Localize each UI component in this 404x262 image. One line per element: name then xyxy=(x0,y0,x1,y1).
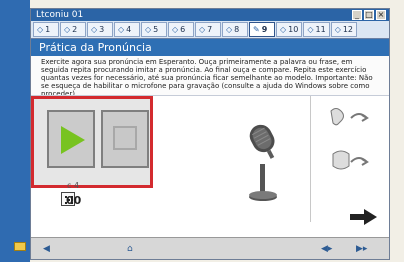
stop-icon xyxy=(113,126,137,150)
tab-label: 10 xyxy=(288,25,299,34)
tab-label: 5 xyxy=(153,25,159,34)
left-frame xyxy=(0,0,30,262)
recording-panel xyxy=(310,96,380,222)
tab-11[interactable]: ◇ 11 xyxy=(303,22,330,37)
tab-5[interactable]: ◇ 5 xyxy=(141,22,167,37)
section-title: Prática da Pronúncia xyxy=(31,39,389,56)
tab-1[interactable]: ◇ 1 xyxy=(33,22,59,37)
stop-button[interactable] xyxy=(101,110,149,168)
exercise-icon: ◇ xyxy=(226,25,233,34)
titlebar: Ltconiu 01 _ □ × xyxy=(31,9,389,21)
counter-small: c 4 xyxy=(67,181,80,190)
tab-8[interactable]: ◇ 8 xyxy=(222,22,248,37)
maximize-button[interactable]: □ xyxy=(364,10,374,20)
tab-label: 3 xyxy=(99,25,105,34)
tab-label: 1 xyxy=(45,25,51,34)
exercise-icon: ◇ xyxy=(64,25,71,34)
folder-icon xyxy=(14,242,26,251)
app-window: Ltconiu 01 _ □ × ◇ 1 ◇ 2 ◇ 3 ◇ 4 ◇ 5 ◇ 6 ◇ 7 ◇ 8… xyxy=(30,8,390,260)
exercise-icon: ◇ xyxy=(118,25,125,34)
close-button[interactable]: × xyxy=(376,10,386,20)
exercise-icon: ◇ xyxy=(334,25,341,34)
tab-label: 7 xyxy=(207,25,213,34)
tab-2[interactable]: ◇ 2 xyxy=(60,22,86,37)
tab-label: 9 xyxy=(261,25,268,34)
exercise-icon: ◇ xyxy=(280,25,287,34)
play-button[interactable] xyxy=(47,110,95,168)
window-controls: _ □ × xyxy=(352,10,386,20)
tab-label: 11 xyxy=(315,25,326,34)
exercise-icon: ◇ xyxy=(37,25,44,34)
pronunciation-icon: ✎ xyxy=(253,25,260,34)
window-title: Ltconiu 01 xyxy=(36,10,84,20)
tab-label: 12 xyxy=(342,25,354,34)
exercise-icon: ◇ xyxy=(145,25,152,34)
play-icon xyxy=(61,126,85,154)
tab-3[interactable]: ◇ 3 xyxy=(87,22,113,37)
tab-4[interactable]: ◇ 4 xyxy=(114,22,140,37)
next-icon[interactable]: ▶︎▸ xyxy=(356,244,367,254)
audio-controls-panel xyxy=(31,96,153,188)
exercise-tabs: ◇ 1 ◇ 2 ◇ 3 ◇ 4 ◇ 5 ◇ 6 ◇ 7 ◇ 8 ✎ 9 ◇ 10 ◇ 11 ◇ 12 xyxy=(31,21,389,39)
tab-6[interactable]: ◇ 6 xyxy=(168,22,194,37)
score-counter: 00 xyxy=(66,194,82,207)
home-icon[interactable]: ⌂ xyxy=(127,244,133,254)
tab-label: 2 xyxy=(72,25,78,34)
tab-7[interactable]: ◇ 7 xyxy=(195,22,221,37)
bottom-toolbar: ◀ ⌂ ◀︎▸ ▶︎▸ xyxy=(31,237,389,259)
tab-9[interactable]: ✎ 9 xyxy=(249,22,275,37)
microphone-icon xyxy=(249,124,277,201)
exercise-icon: ◇ xyxy=(199,25,206,34)
tab-label: 6 xyxy=(180,25,186,34)
listen-icon xyxy=(332,150,369,170)
tab-12[interactable]: ◇ 12 xyxy=(330,22,358,37)
back-icon[interactable]: ◀ xyxy=(43,244,50,254)
exercise-content: c 4 00 xyxy=(31,96,389,236)
exercise-icon: ◇ xyxy=(307,25,314,34)
tab-label: 8 xyxy=(234,25,240,34)
exercise-icon: ◇ xyxy=(91,25,98,34)
next-arrow-icon[interactable] xyxy=(348,208,378,226)
tab-label: 4 xyxy=(126,25,132,34)
previous-icon[interactable]: ◀︎▸ xyxy=(321,244,332,254)
exercise-icon: ◇ xyxy=(172,25,179,34)
instruction-text: Exercite agora sua pronúncia em Esperant… xyxy=(31,56,389,96)
record-mic-icon xyxy=(330,108,369,126)
minimize-button[interactable]: _ xyxy=(352,10,362,20)
tab-10[interactable]: ◇ 10 xyxy=(276,22,303,37)
